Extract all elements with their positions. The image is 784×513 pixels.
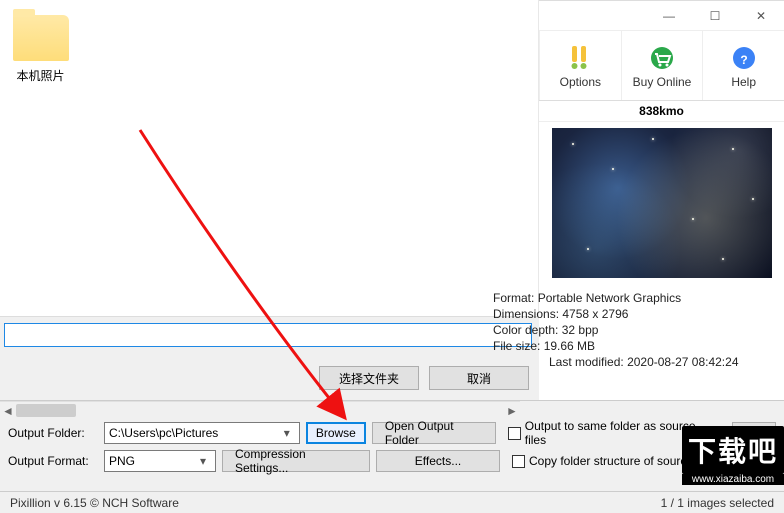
copy-structure-label: Copy folder structure of source files [529,454,718,468]
help-button[interactable]: ? Help [702,31,784,100]
status-bar: Pixillion v 6.15 © NCH Software 1 / 1 im… [0,491,784,513]
output-format-label: Output Format: [8,454,98,468]
compression-settings-button[interactable]: Compression Settings... [222,450,370,472]
same-folder-label: Output to same folder as source files [525,419,720,447]
open-output-folder-button[interactable]: Open Output Folder [372,422,496,444]
options-button[interactable]: Options [539,31,621,100]
effects-button[interactable]: Effects... [376,450,500,472]
same-folder-checkbox[interactable]: Output to same folder as source files [508,419,720,447]
copy-structure-checkbox[interactable]: Copy folder structure of source files [512,454,718,468]
convert-icon [740,425,768,441]
options-label: Options [560,75,601,89]
meta-filesize: 19.66 MB [544,339,595,353]
window-titlebar: — ☐ ✕ [539,1,784,31]
chevron-down-icon[interactable]: ▾ [195,454,211,468]
conversion-controls: ◄ ► Output Folder: C:\Users\pc\Pictures … [0,400,784,513]
selection-text: 1 / 1 images selected [661,496,774,510]
checkbox-box [512,455,525,468]
meta-depth: 32 bpp [562,323,599,337]
output-folder-combo[interactable]: C:\Users\pc\Pictures ▾ [104,422,300,444]
output-format-combo[interactable]: PNG ▾ [104,450,216,472]
maximize-button[interactable]: ☐ [692,2,738,30]
folder-path-input[interactable] [4,323,532,347]
browse-button[interactable]: Browse [306,422,366,444]
meta-dimensions: 4758 x 2796 [562,307,628,321]
checkbox-box [508,427,521,440]
options-icon [565,43,595,73]
convert-button[interactable] [732,422,776,444]
output-folder-value: C:\Users\pc\Pictures [109,426,279,440]
output-format-value: PNG [109,454,195,468]
meta-format: Portable Network Graphics [538,291,681,305]
file-metadata: Format: Portable Network Graphics Dimens… [539,284,784,376]
preview-filename: 838kmo [539,101,784,122]
select-folder-button[interactable]: 选择文件夹 [319,366,419,390]
info-panel: — ☐ ✕ Options Buy Online ? Help 838kmo [539,0,784,400]
scroll-left-arrow[interactable]: ◄ [0,402,16,419]
horizontal-scrollbar[interactable]: ◄ ► [0,401,520,418]
output-folder-label: Output Folder: [8,426,98,440]
image-preview [552,128,772,278]
scroll-thumb[interactable] [16,404,76,417]
cancel-button[interactable]: 取消 [429,366,529,390]
close-button[interactable]: ✕ [738,2,784,30]
scroll-right-arrow[interactable]: ► [504,402,520,419]
folder-dialog-footer: 选择文件夹 取消 [0,316,539,400]
folder-icon [13,15,69,61]
buy-online-label: Buy Online [633,75,692,89]
folder-item[interactable]: 本机照片 [8,15,73,84]
buy-online-button[interactable]: Buy Online [621,31,703,100]
help-icon: ? [729,43,759,73]
folder-label: 本机照片 [8,67,73,84]
cart-icon [647,43,677,73]
meta-modified: 2020-08-27 08:42:24 [627,355,738,369]
svg-text:?: ? [740,53,747,67]
chevron-down-icon[interactable]: ▾ [279,426,295,440]
help-label: Help [731,75,756,89]
app-toolbar: Options Buy Online ? Help [539,31,784,101]
version-text: Pixillion v 6.15 © NCH Software [10,496,179,510]
minimize-button[interactable]: — [646,2,692,30]
